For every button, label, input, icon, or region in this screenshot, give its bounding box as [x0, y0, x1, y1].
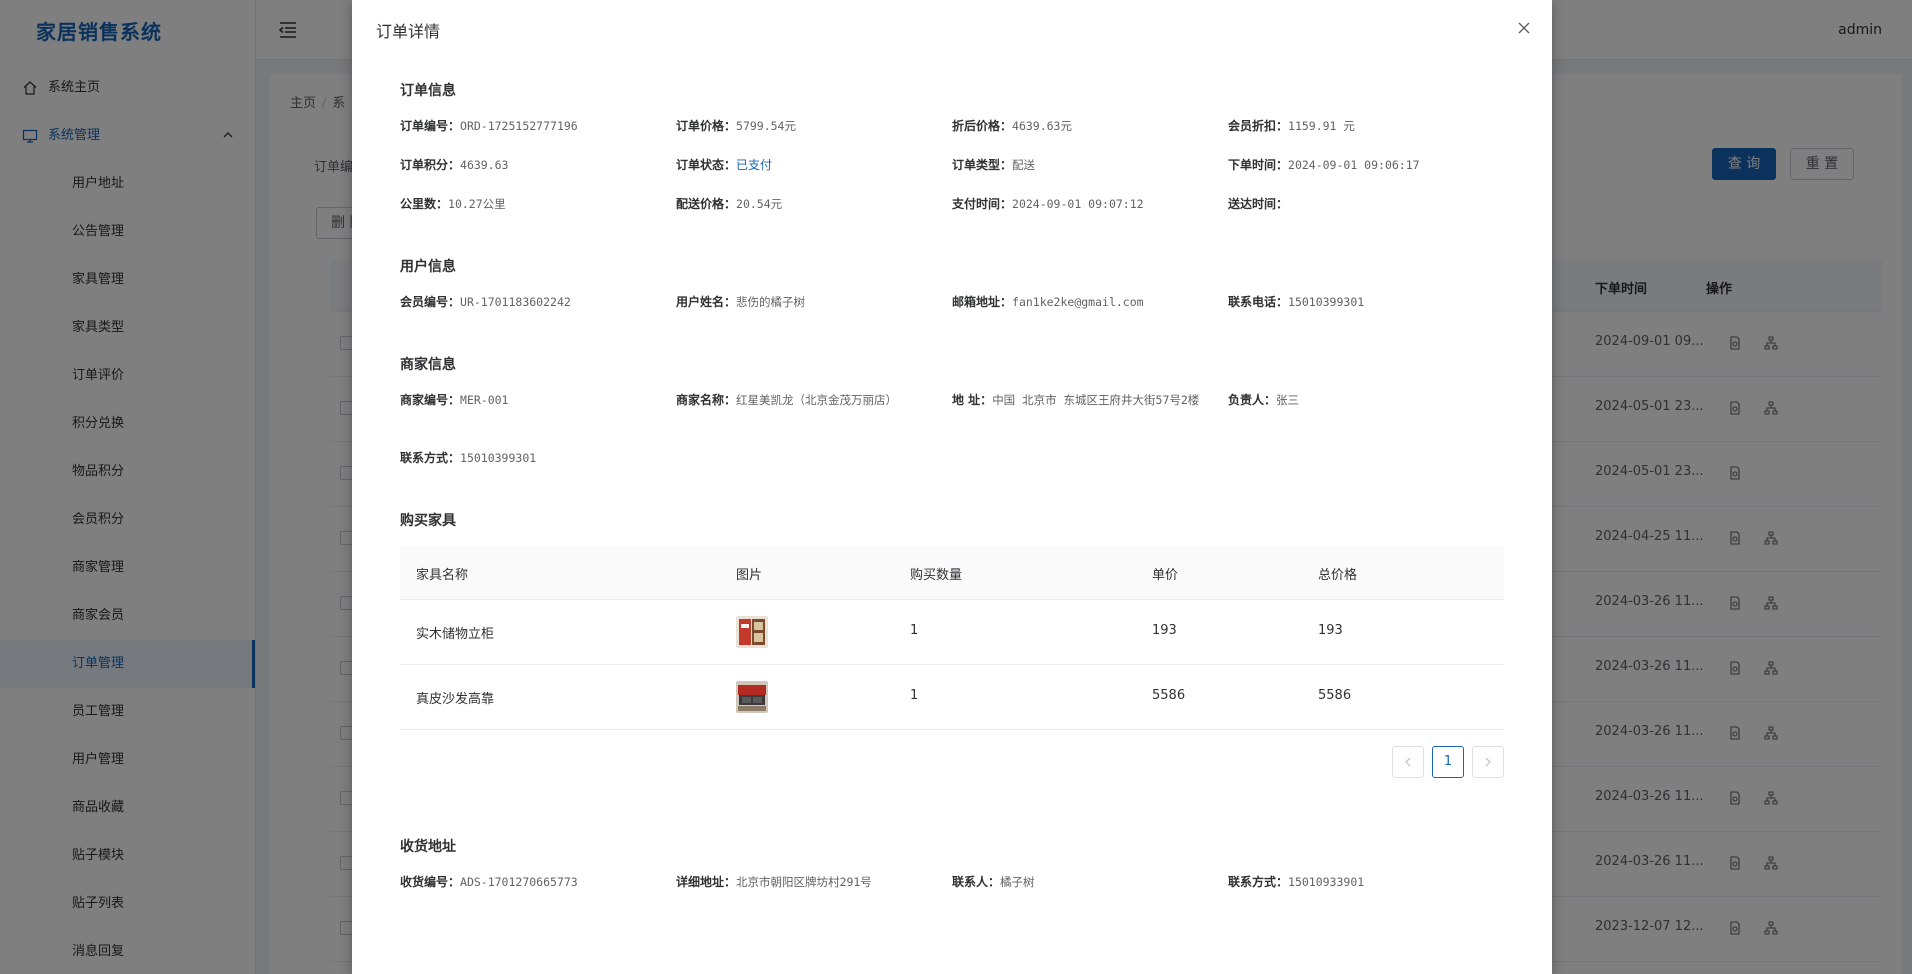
close-icon[interactable]	[1516, 20, 1532, 36]
field-merchant-contact: 联系方式： 15010399301	[400, 451, 537, 465]
furniture-unit-price: 193	[1152, 623, 1177, 638]
field-order-no: 订单编号： ORD-1725152777196	[400, 119, 578, 133]
chevron-left-icon	[1405, 757, 1411, 767]
pager-prev-button[interactable]	[1392, 746, 1424, 778]
field-order-status: 订单状态： 已支付	[676, 158, 773, 172]
field-order-points: 订单积分： 4639.63	[400, 158, 509, 172]
field-member-discount: 会员折扣： 1159.91 元	[1228, 119, 1355, 133]
furniture-name: 实木储物立柜	[416, 627, 495, 642]
field-order-price: 订单价格： 5799.54元	[676, 119, 796, 133]
pager-next-button[interactable]	[1472, 746, 1504, 778]
field-distance: 公里数： 10.27公里	[400, 197, 506, 211]
chevron-right-icon	[1485, 757, 1491, 767]
field-address-no: 收货编号： ADS-1701270665773	[400, 875, 578, 889]
furniture-total-price: 193	[1318, 623, 1343, 638]
col-furniture-name: 家具名称	[416, 568, 469, 583]
col-image: 图片	[736, 568, 763, 583]
section-merchant-info: 商家信息	[400, 357, 456, 373]
field-address-detail: 详细地址： 北京市朝阳区牌坊村291号	[676, 875, 872, 889]
order-detail-dialog: 订单详情 订单信息 订单编号： ORD-1725152777196 订单价格： 57…	[352, 0, 1552, 974]
furniture-thumbnail[interactable]	[736, 616, 768, 648]
dialog-title: 订单详情	[376, 22, 441, 41]
furniture-thumbnail[interactable]	[736, 681, 768, 713]
furniture-name: 真皮沙发高靠	[416, 692, 495, 707]
furniture-table: 家具名称 图片 购买数量 单价 总价格 实木储物立柜 1 193 193 真皮沙…	[400, 546, 1504, 730]
field-address-contact: 联系人： 橘子树	[952, 875, 1035, 889]
col-quantity: 购买数量	[910, 568, 963, 583]
field-merchant-manager: 负责人： 张三	[1228, 393, 1300, 407]
field-address-phone: 联系方式： 15010933901	[1228, 875, 1365, 889]
field-user-name: 用户姓名： 悲伤的橘子树	[676, 295, 806, 309]
field-merchant-name: 商家名称： 红星美凯龙（北京金茂万丽店）	[676, 393, 898, 407]
field-member-no: 会员编号： UR-1701183602242	[400, 295, 571, 309]
furniture-qty: 1	[910, 688, 919, 703]
field-merchant-address: 地 址： 中国 北京市 东城区王府井大街57号2楼	[952, 393, 1200, 407]
field-email: 邮箱地址： fan1ke2ke@gmail.com	[952, 295, 1144, 309]
section-order-info: 订单信息	[400, 83, 456, 99]
furniture-table-header: 家具名称 图片 购买数量 单价 总价格	[400, 546, 1504, 600]
field-order-type: 订单类型： 配送	[952, 158, 1036, 172]
field-order-time: 下单时间： 2024-09-01 09:06:17	[1228, 158, 1420, 172]
col-total-price: 总价格	[1318, 568, 1358, 583]
field-delivered-time: 送达时间：	[1228, 197, 1289, 211]
pager-page-1[interactable]: 1	[1432, 746, 1464, 778]
field-merchant-no: 商家编号： MER-001	[400, 393, 509, 407]
status-badge: 已支付	[736, 158, 773, 172]
field-user-phone: 联系电话： 15010399301	[1228, 295, 1365, 309]
field-delivery-price: 配送价格： 20.54元	[676, 197, 783, 211]
col-unit-price: 单价	[1152, 568, 1179, 583]
section-shipping-address: 收货地址	[400, 839, 456, 855]
table-row: 实木储物立柜 1 193 193	[400, 600, 1504, 665]
section-user-info: 用户信息	[400, 259, 456, 275]
table-row: 真皮沙发高靠 1 5586 5586	[400, 665, 1504, 730]
section-furniture: 购买家具	[400, 513, 456, 529]
furniture-unit-price: 5586	[1152, 688, 1186, 703]
field-pay-time: 支付时间： 2024-09-01 09:07:12	[952, 197, 1144, 211]
field-discounted-price: 折后价格： 4639.63元	[952, 119, 1072, 133]
furniture-total-price: 5586	[1318, 688, 1352, 703]
furniture-qty: 1	[910, 623, 919, 638]
